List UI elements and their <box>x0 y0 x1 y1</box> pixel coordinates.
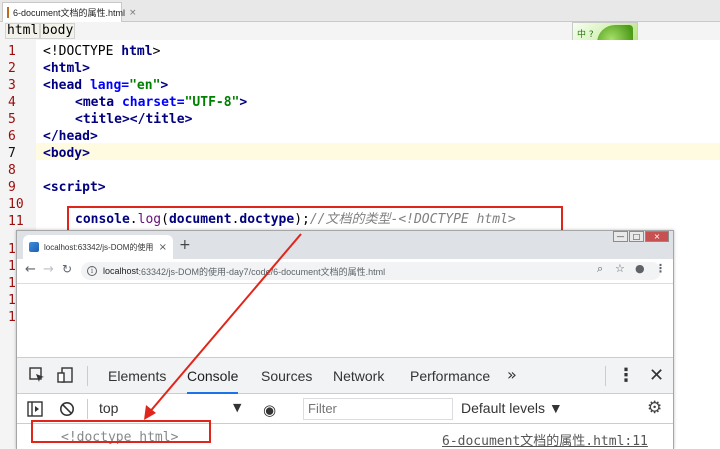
devtools-tab-bar: Elements Console Sources Network Perform… <box>17 358 673 394</box>
code-line-5: <title></title> <box>75 111 192 128</box>
line-number: 3 <box>8 78 16 93</box>
chevron-down-icon[interactable]: ▼ <box>233 401 241 414</box>
code-token: "UTF-8" <box>184 95 240 110</box>
line-number: 7 <box>8 146 16 161</box>
browser-tab-title: localhost:63342/js-DOM的使用 <box>44 242 154 252</box>
star-icon[interactable]: ☆ <box>615 262 625 275</box>
line-number: 1 <box>8 44 16 59</box>
line-number: 8 <box>8 163 16 178</box>
code-token: > <box>152 44 161 59</box>
tab-console[interactable]: Console <box>187 358 239 394</box>
more-tabs-icon[interactable]: » <box>507 358 517 392</box>
gear-icon[interactable]: ⚙ <box>647 398 662 418</box>
code-token: <html> <box>43 61 90 76</box>
zoom-icon[interactable]: ⌕ <box>597 262 603 276</box>
browser-toolbar: ← → ↻ i localhost:63342/js-DOM的使用-day7/c… <box>17 259 673 283</box>
line-number: 11 <box>8 214 24 229</box>
close-icon[interactable]: × <box>159 242 167 253</box>
tab-performance[interactable]: Performance <box>410 358 490 394</box>
code-token: <script> <box>43 180 106 195</box>
favicon-icon <box>29 242 39 252</box>
ide-tab-bar: 6-document文档的属性.html × <box>0 0 720 22</box>
address-bar[interactable]: i localhost:63342/js-DOM的使用-day7/code/6-… <box>81 262 661 280</box>
html-file-icon <box>7 7 9 18</box>
console-source-link[interactable]: 6-document文档的属性.html:11 <box>442 430 648 449</box>
toolbar-divider <box>605 366 606 386</box>
page-viewport[interactable] <box>17 283 673 357</box>
current-line-highlight <box>36 143 720 160</box>
reload-icon[interactable]: ↻ <box>62 262 72 276</box>
console-filter-input[interactable]: Filter <box>303 398 453 420</box>
devtools-menu-icon[interactable]: ⋮ <box>617 358 635 394</box>
new-tab-button[interactable]: + <box>179 237 191 253</box>
toolbar-divider <box>87 366 88 386</box>
output-highlight-box <box>31 420 211 443</box>
forward-arrow-icon[interactable]: → <box>43 262 54 277</box>
code-token: charset= <box>121 95 185 110</box>
back-arrow-icon[interactable]: ← <box>25 262 36 277</box>
browser-window: — □ × localhost:63342/js-DOM的使用 × + ← → … <box>16 230 674 449</box>
code-token: "en" <box>129 78 161 93</box>
tab-elements[interactable]: Elements <box>108 358 166 394</box>
account-icon[interactable]: ● <box>635 262 645 275</box>
code-token: lang= <box>89 78 130 93</box>
badge-text: 中 ? <box>577 30 594 40</box>
code-token: html <box>121 44 153 59</box>
eye-icon[interactable]: ◉ <box>263 401 276 419</box>
line-number: 9 <box>8 180 16 195</box>
sidebar-toggle-icon[interactable] <box>27 401 43 417</box>
line-number: 6 <box>8 129 16 144</box>
context-selector[interactable]: top <box>99 400 118 416</box>
code-line-9: <script> <box>43 179 106 196</box>
window-close-button[interactable]: × <box>645 231 669 242</box>
url-host: localhost <box>103 266 139 276</box>
maximize-button[interactable]: □ <box>629 231 644 242</box>
code-token: <meta <box>75 95 122 110</box>
minimize-button[interactable]: — <box>613 231 628 242</box>
menu-kebab-icon[interactable]: ⋮ <box>655 262 666 275</box>
code-token: </head> <box>43 129 98 144</box>
tab-network[interactable]: Network <box>333 358 384 394</box>
toolbar-divider <box>87 399 88 419</box>
line-number: 2 <box>8 61 16 76</box>
code-line-6: </head> <box>43 128 98 145</box>
device-toolbar-icon[interactable] <box>57 367 73 383</box>
code-token: <title></title> <box>75 112 193 127</box>
file-tab-label: 6-document文档的属性.html <box>13 8 126 18</box>
code-token: > <box>160 78 169 93</box>
code-line-3: <head lang="en"> <box>43 77 168 94</box>
inspect-element-icon[interactable] <box>29 367 45 383</box>
clear-console-icon[interactable] <box>59 401 75 417</box>
devtools-close-icon[interactable]: ✕ <box>649 358 664 394</box>
tab-sources[interactable]: Sources <box>261 358 312 394</box>
line-number: 5 <box>8 112 16 127</box>
close-icon[interactable]: × <box>129 8 137 18</box>
window-controls: — □ × <box>613 231 669 242</box>
code-token: <body> <box>43 146 90 161</box>
line-number: 4 <box>8 95 16 110</box>
info-icon[interactable]: i <box>87 266 97 276</box>
code-line-2: <html> <box>43 60 90 77</box>
code-token: <!DOCTYPE <box>43 44 122 59</box>
breadcrumb-body[interactable]: body <box>40 23 76 39</box>
breadcrumb-html[interactable]: html <box>5 23 41 39</box>
file-tab[interactable]: 6-document文档的属性.html × <box>2 2 137 22</box>
code-line-4: <meta charset="UTF-8"> <box>75 94 247 111</box>
browser-tab[interactable]: localhost:63342/js-DOM的使用 × <box>23 235 173 259</box>
code-line-7: <body> <box>43 145 90 162</box>
code-line-1: <!DOCTYPE html> <box>43 43 160 60</box>
code-token: > <box>239 95 248 110</box>
line-number: 10 <box>8 197 24 212</box>
url-path: :63342/js-DOM的使用-day7/code/6-document文档的… <box>138 266 386 277</box>
log-levels-dropdown[interactable]: Default levels ▼ <box>461 400 563 416</box>
code-token: <head <box>43 78 90 93</box>
